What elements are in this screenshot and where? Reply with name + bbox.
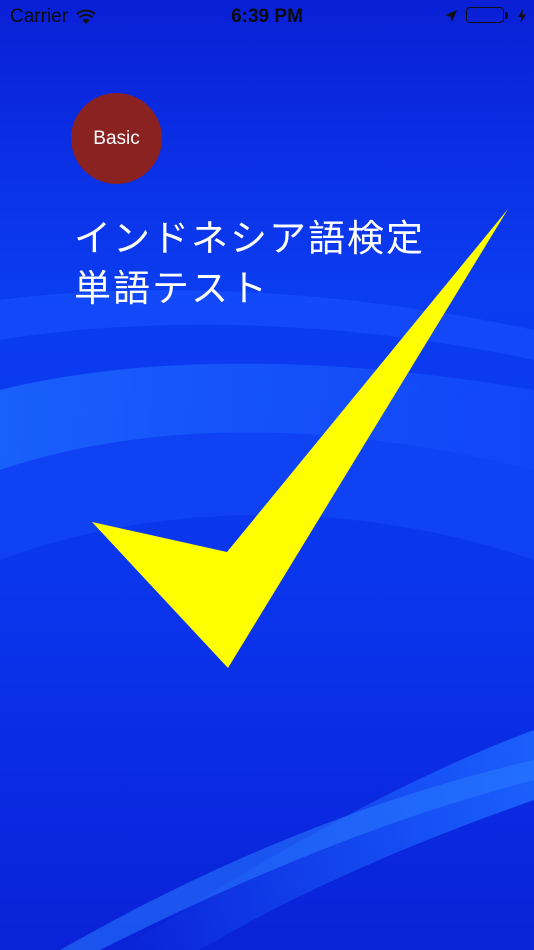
splash-screen: Carrier 6:39 PM Basic インドネシア語検定 単語テスト — [0, 0, 534, 950]
status-right — [444, 7, 526, 25]
basic-badge-label: Basic — [93, 127, 140, 149]
location-arrow-icon — [444, 9, 458, 23]
status-bar: Carrier 6:39 PM — [0, 0, 534, 36]
app-title-line-2: 単語テスト — [74, 267, 269, 310]
basic-level-badge[interactable]: Basic — [71, 93, 162, 184]
app-title-line-1: インドネシア語検定 — [74, 217, 425, 260]
app-title: インドネシア語検定 単語テスト — [74, 214, 425, 314]
charging-bolt-icon — [518, 9, 526, 23]
battery-icon — [466, 7, 510, 25]
